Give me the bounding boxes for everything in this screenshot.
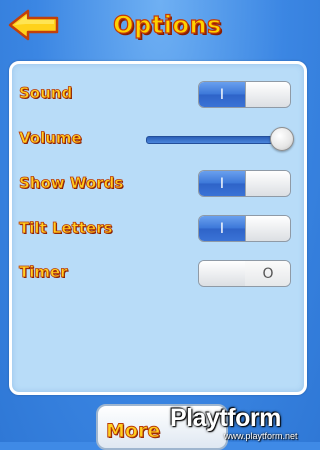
toggle-on-side: I <box>199 82 245 107</box>
toggle-off-side <box>245 171 290 196</box>
watermark-url: www.playtform.net <box>224 431 298 441</box>
more-button-label: More <box>106 420 161 443</box>
toggle-off-side <box>245 216 290 241</box>
page-title: Options <box>113 10 222 39</box>
tilt-letters-label: Tilt Letters <box>19 219 113 238</box>
tilt-letters-toggle[interactable]: I <box>198 215 291 242</box>
show-words-label: Show Words <box>19 174 124 193</box>
watermark-brand: Playtform <box>170 404 281 432</box>
slider-track <box>146 136 284 144</box>
sound-toggle[interactable]: I <box>198 81 291 108</box>
toggle-on-side: I <box>199 171 245 196</box>
watermark: Playtform www.playtform.net <box>166 402 320 442</box>
show-words-toggle[interactable]: I <box>198 170 291 197</box>
toggle-off-side: O <box>245 261 290 286</box>
slider-thumb[interactable] <box>270 127 294 151</box>
toggle-off-side <box>245 82 290 107</box>
left-arrow-icon <box>8 9 59 41</box>
toggle-on-side <box>199 261 246 286</box>
toggle-on-side: I <box>199 216 245 241</box>
timer-label: Timer <box>19 263 68 282</box>
timer-toggle[interactable]: O <box>198 260 291 287</box>
sound-label: Sound <box>19 84 73 103</box>
volume-label: Volume <box>19 129 83 148</box>
volume-slider[interactable] <box>146 127 294 151</box>
back-button[interactable] <box>8 9 60 41</box>
